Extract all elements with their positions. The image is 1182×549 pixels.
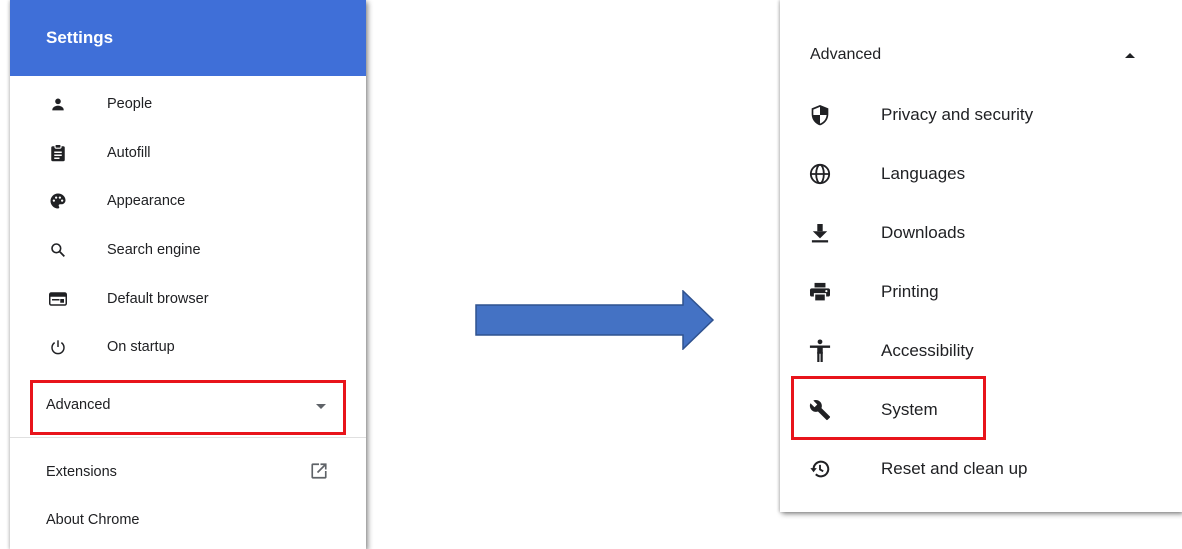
open-in-new-icon [310, 462, 330, 482]
sidebar-item-label: People [107, 96, 153, 113]
caret-up-icon [1125, 53, 1135, 58]
clipboard-icon [48, 143, 68, 163]
sidebar-item-label: Downloads [881, 223, 966, 242]
wrench-icon [808, 398, 832, 422]
sidebar-item-label: On startup [107, 339, 175, 356]
sidebar-item-default-browser[interactable]: Default browser [10, 274, 366, 323]
globe-icon [808, 162, 832, 186]
sidebar-item-label: Search engine [107, 242, 201, 259]
sidebar-item-reset-and-clean-up[interactable]: Reset and clean up [780, 440, 1182, 498]
sidebar-item-people[interactable]: People [10, 80, 366, 129]
sidebar-item-accessibility[interactable]: Accessibility [780, 322, 1182, 380]
shield-icon [808, 103, 832, 127]
download-icon [808, 221, 832, 245]
sidebar-item-label: Accessibility [881, 341, 974, 360]
sidebar-item-label: Appearance [107, 193, 186, 210]
printer-icon [808, 280, 832, 304]
sidebar-item-label: Autofill [107, 144, 151, 161]
caret-down-icon [316, 404, 326, 409]
settings-sidebar-collapsed: Settings People Autofill Appearance Sear… [10, 0, 366, 549]
sidebar-item-privacy-and-security[interactable]: Privacy and security [780, 86, 1182, 144]
restore-icon [808, 457, 832, 481]
settings-title: Settings [46, 28, 114, 47]
browser-window-icon [48, 289, 68, 309]
about-chrome-label: About Chrome [46, 512, 140, 528]
person-icon [48, 94, 68, 114]
sidebar-item-about-chrome[interactable]: About Chrome [10, 500, 366, 542]
sidebar-item-extensions[interactable]: Extensions [10, 450, 366, 494]
advanced-label: Advanced [46, 397, 111, 413]
extensions-label: Extensions [46, 464, 117, 480]
sidebar-item-label: Printing [881, 282, 939, 301]
sidebar-item-label: Default browser [107, 290, 209, 307]
divider [10, 437, 366, 438]
sidebar-nav-list: People Autofill Appearance Search engine [10, 76, 366, 372]
sidebar-item-printing[interactable]: Printing [780, 263, 1182, 321]
sidebar-item-autofill[interactable]: Autofill [10, 129, 366, 178]
settings-advanced-expanded: Advanced Privacy and security Languages … [780, 0, 1182, 512]
settings-header: Settings [10, 0, 366, 76]
sidebar-item-label: Reset and clean up [881, 459, 1028, 478]
accessibility-icon [808, 339, 832, 363]
sidebar-item-search-engine[interactable]: Search engine [10, 226, 366, 275]
sidebar-item-languages[interactable]: Languages [780, 145, 1182, 203]
power-icon [48, 337, 68, 357]
sidebar-item-system[interactable]: System [780, 381, 1182, 439]
search-icon [48, 240, 68, 260]
sidebar-item-appearance[interactable]: Appearance [10, 177, 366, 226]
advanced-label: Advanced [810, 46, 882, 63]
advanced-toggle[interactable]: Advanced [10, 382, 366, 432]
sidebar-item-on-startup[interactable]: On startup [10, 323, 366, 372]
sidebar-item-label: System [881, 400, 938, 419]
tutorial-stage: Settings People Autofill Appearance Sear… [0, 0, 1182, 549]
palette-icon [48, 191, 68, 211]
advanced-toggle-expanded[interactable]: Advanced [780, 30, 1182, 82]
sidebar-item-label: Languages [881, 164, 966, 183]
sidebar-item-downloads[interactable]: Downloads [780, 204, 1182, 262]
right-arrow-icon [475, 290, 715, 350]
sidebar-item-label: Privacy and security [881, 105, 1034, 124]
